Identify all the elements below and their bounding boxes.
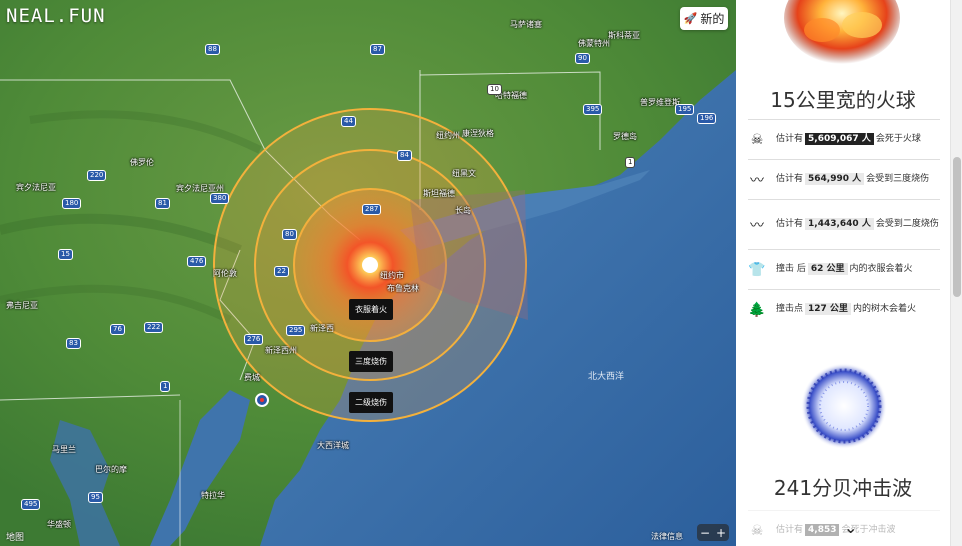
scrollbar-thumb[interactable] <box>953 157 961 297</box>
map-place-label: 佛蒙特州 <box>578 39 610 48</box>
new-button[interactable]: 🚀 新的 <box>680 7 728 30</box>
zoom-in-button[interactable]: + <box>716 526 726 540</box>
map-place-label: 佛罗伦 <box>130 158 154 167</box>
new-button-label: 新的 <box>700 12 725 26</box>
route-shield: 90 <box>575 53 590 64</box>
shirt-icon: 👕 <box>748 261 766 278</box>
route-shield: 180 <box>62 198 82 209</box>
map-place-label: 巴尔的摩 <box>95 465 127 474</box>
ocean-label: 北大西洋 <box>588 372 625 382</box>
stat-number: 4,853 <box>805 524 840 536</box>
skull-icon: ☠ <box>750 131 764 148</box>
panel-scrollbar[interactable] <box>950 0 962 546</box>
burn-icon: 〰 <box>750 217 764 234</box>
stat-third-degree-burns: 〰 估计有 564,990 人会受到三度烧伤 <box>748 159 940 199</box>
route-shield: 22 <box>274 266 289 277</box>
route-shield: 15 <box>58 249 73 260</box>
results-panel[interactable]: 15公里宽的火球 ☠ 估计有 5,609,067 人会死于火球 〰 估计有 564,… <box>736 0 950 546</box>
stat-number: 1,443,640 人 <box>805 218 874 230</box>
tree-icon: 🌲 <box>748 301 766 318</box>
shockwave-image <box>801 363 887 449</box>
route-shield: 380 <box>210 193 230 204</box>
route-shield: 87 <box>370 44 385 55</box>
fireball-image <box>784 0 900 64</box>
shockwave-title: 241分贝冲击波 <box>773 476 913 500</box>
route-shield: 95 <box>88 492 103 503</box>
map-place-label: 纽约州 <box>436 131 460 140</box>
map-place-label: 纽约市 <box>380 271 404 280</box>
route-shield: 1 <box>160 381 171 392</box>
map-place-label: 斯科蒂亚 <box>608 31 640 40</box>
route-shield: 44 <box>341 116 356 127</box>
tag-second-degree-burns[interactable]: 二级烧伤 <box>349 392 393 413</box>
map-place-label: 新泽西州 <box>265 346 297 355</box>
stat-fireball-deaths: ☠ 估计有 5,609,067 人会死于火球 <box>748 119 940 159</box>
app-root: NEAL.FUN 🚀 新的 佛蒙特州 斯科蒂亚 马萨诸塞 哈特福德 康涅狄格 普罗维登斯罗… <box>0 0 962 546</box>
route-shield: 83 <box>66 338 81 349</box>
route-shield: 1 <box>625 157 636 168</box>
stat-trees-fire: 🌲 撞击点 127 公里 内的树木会着火 <box>748 289 940 329</box>
tag-clothes-fire[interactable]: 衣服着火 <box>349 299 393 320</box>
map-place-label: 华盛顿 <box>47 520 71 529</box>
route-shield: 295 <box>286 325 306 336</box>
route-shield: 395 <box>583 104 603 115</box>
route-shield: 10 <box>487 84 502 95</box>
map-view[interactable]: NEAL.FUN 🚀 新的 佛蒙特州 斯科蒂亚 马萨诸塞 哈特福德 康涅狄格 普罗维登斯罗… <box>0 0 736 546</box>
zoom-out-button[interactable]: − <box>700 526 710 540</box>
map-place-label: 大西洋城 <box>317 441 349 450</box>
site-logo[interactable]: NEAL.FUN <box>6 5 106 27</box>
stat-second-degree-burns: 〰 估计有 1,443,640 人会受到二度烧伤 <box>748 199 940 249</box>
map-place-label: 斯坦福德 <box>423 189 455 198</box>
legal-link[interactable]: 法律信息 <box>651 531 683 542</box>
map-place-label: 康涅狄格 <box>462 129 494 138</box>
map-place-label: 阿伦敦 <box>213 269 237 278</box>
map-place-label: 宾夕法尼亚 <box>16 183 56 192</box>
map-place-label: 罗德岛 <box>613 132 637 141</box>
map-place-label: 马萨诸塞 <box>510 20 542 29</box>
map-place-label: 纽黑文 <box>452 169 476 178</box>
stat-number: 564,990 人 <box>805 173 865 185</box>
map-place-label: 布鲁克林 <box>387 284 419 293</box>
stat-number: 127 公里 <box>805 303 851 315</box>
apple-maps-brand: 地图 <box>6 533 25 543</box>
map-place-label: 长岛 <box>455 206 471 215</box>
rocket-icon: 🚀 <box>683 12 698 25</box>
map-place-label: 弗吉尼亚 <box>6 301 38 310</box>
map-place-label: 普罗维登斯 <box>640 98 680 107</box>
map-place-label: 马里兰 <box>52 445 76 454</box>
route-shield: 81 <box>155 198 170 209</box>
stat-number: 62 公里 <box>807 263 848 275</box>
zoom-controls: − + <box>697 524 729 541</box>
fireball-title: 15公里宽的火球 <box>770 88 916 112</box>
route-shield: 88 <box>205 44 220 55</box>
stat-clothes-fire: 👕 撞击 后 62 公里 内的衣服会着火 <box>748 249 940 289</box>
route-shield: 80 <box>282 229 297 240</box>
route-shield: 476 <box>187 256 207 267</box>
skull-icon: ☠ <box>750 522 764 539</box>
route-shield: 287 <box>362 204 382 215</box>
route-shield: 220 <box>87 170 107 181</box>
map-place-label: 特拉华 <box>201 491 225 500</box>
route-shield: 76 <box>110 324 125 335</box>
route-shield: 196 <box>697 113 717 124</box>
chevron-down-icon[interactable]: ⌄ <box>844 518 857 537</box>
stat-number: 5,609,067 人 <box>805 133 874 145</box>
map-place-label: 费城 <box>244 373 260 382</box>
burn-icon: 〰 <box>750 172 764 189</box>
route-shield: 276 <box>244 334 264 345</box>
map-place-label: 新泽西 <box>310 324 334 333</box>
route-shield: 195 <box>675 104 695 115</box>
route-shield: 84 <box>397 150 412 161</box>
route-shield: 495 <box>21 499 41 510</box>
route-shield: 222 <box>144 322 164 333</box>
tag-third-degree-burns[interactable]: 三度烧伤 <box>349 351 393 372</box>
